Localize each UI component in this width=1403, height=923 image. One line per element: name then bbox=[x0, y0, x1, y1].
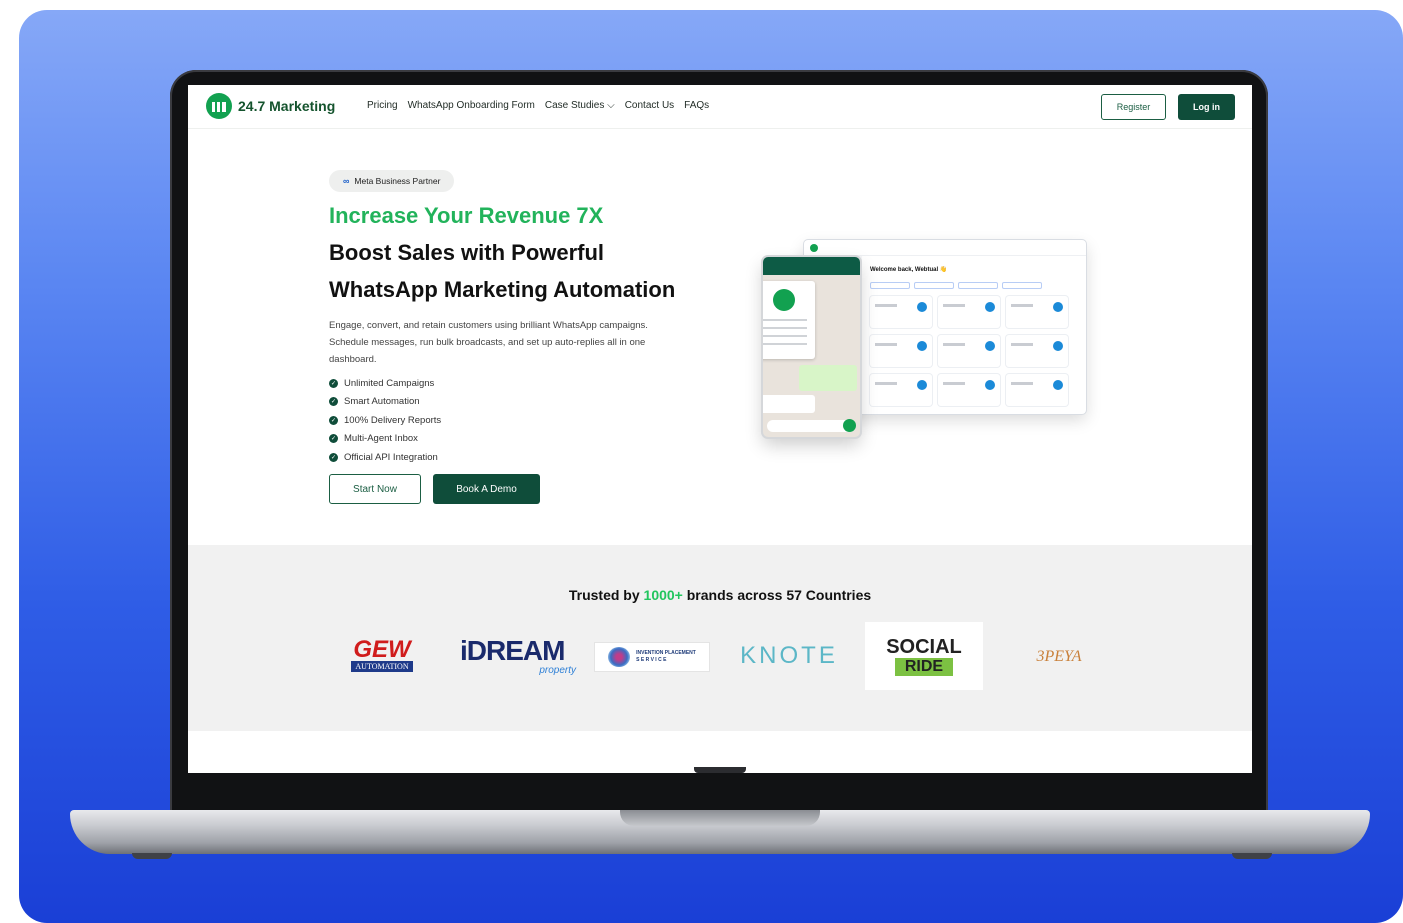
gew-automation-logo: GEW AUTOMATION bbox=[344, 636, 420, 674]
tree-icon bbox=[608, 647, 631, 667]
meta-partner-badge: ∞ Meta Business Partner bbox=[329, 170, 455, 192]
stat-card bbox=[870, 296, 932, 328]
feature-label: Multi-Agent Inbox bbox=[344, 433, 418, 445]
logo-text: SOCIAL bbox=[886, 636, 962, 658]
laptop-foot bbox=[1232, 853, 1272, 859]
check-circle-icon: ✓ bbox=[329, 415, 338, 425]
trusted-accent: 1000+ bbox=[643, 587, 683, 603]
nav-link-pricing[interactable]: Pricing bbox=[367, 100, 398, 111]
feature-label: 100% Delivery Reports bbox=[344, 414, 442, 426]
logo-text: INVENTION PLACEMENT bbox=[636, 650, 696, 656]
badge-label: Meta Business Partner bbox=[354, 176, 441, 186]
check-circle-icon: ✓ bbox=[329, 378, 338, 388]
idream-property-logo: iDREAM property bbox=[460, 634, 576, 678]
nav-link-case-studies[interactable]: Case Studies ⌵ bbox=[545, 100, 615, 111]
feature-item: ✓ Official API Integration bbox=[329, 448, 441, 467]
logo-text: iDREAM bbox=[460, 634, 565, 666]
chat-text-line bbox=[763, 335, 807, 337]
trusted-heading: Trusted by 1000+ brands across 57 Countr… bbox=[188, 587, 1252, 603]
chat-message-bubble bbox=[763, 395, 815, 413]
start-now-button[interactable]: Start Now bbox=[329, 474, 421, 504]
headline-line-2: Boost Sales with Powerful bbox=[329, 240, 605, 265]
laptop-screen: 24.7 Marketing Pricing WhatsApp Onboardi… bbox=[188, 85, 1252, 773]
dashboard-topbar bbox=[804, 240, 1086, 256]
laptop-notch bbox=[694, 767, 746, 773]
logo-text: S E R V I C E bbox=[636, 657, 667, 663]
laptop-base-groove bbox=[620, 810, 820, 826]
stat-card bbox=[938, 296, 1000, 328]
top-navigation: 24.7 Marketing Pricing WhatsApp Onboardi… bbox=[188, 85, 1252, 129]
laptop-foot bbox=[132, 853, 172, 859]
nav-link-faqs[interactable]: FAQs bbox=[684, 100, 709, 111]
knote-logo: KNOTE bbox=[740, 642, 838, 669]
chat-message-card bbox=[763, 281, 815, 359]
phone-chat-mockup bbox=[763, 257, 860, 437]
social-ride-logo: SOCIAL RIDE bbox=[865, 622, 983, 690]
feature-label: Unlimited Campaigns bbox=[344, 377, 435, 389]
stat-card bbox=[938, 374, 1000, 406]
chat-text-line bbox=[763, 327, 807, 329]
phone-header bbox=[763, 257, 860, 275]
quick-action-chip bbox=[870, 282, 910, 289]
nav-link-onboarding-form[interactable]: WhatsApp Onboarding Form bbox=[408, 100, 535, 111]
quick-action-chip bbox=[958, 282, 998, 289]
headline-accent: Increase Your Revenue 7X bbox=[329, 203, 604, 228]
3peya-logo: 3PEYA bbox=[1036, 648, 1082, 665]
trusted-suffix: brands across 57 Countries bbox=[682, 587, 872, 603]
register-button[interactable]: Register bbox=[1101, 94, 1166, 120]
hero-description: Engage, convert, and retain customers us… bbox=[329, 320, 648, 365]
check-circle-icon: ✓ bbox=[329, 397, 338, 407]
headline-line-3: WhatsApp Marketing Automation bbox=[329, 277, 676, 302]
feature-list: ✓ Unlimited Campaigns ✓ Smart Automation ✓… bbox=[329, 374, 441, 467]
feature-item: ✓ 100% Delivery Reports bbox=[329, 411, 441, 430]
dashboard-quick-actions bbox=[870, 282, 1042, 289]
chat-reply-bubble bbox=[799, 365, 857, 391]
dashboard-stat-grid bbox=[870, 296, 1068, 406]
stat-card bbox=[938, 335, 1000, 367]
logo-text: RIDE bbox=[894, 658, 954, 676]
chat-text-line bbox=[763, 319, 807, 321]
chat-text-line bbox=[763, 343, 807, 345]
logo-chart-icon bbox=[206, 93, 232, 119]
brand-name: 24.7 Marketing bbox=[238, 98, 336, 114]
logo-text: property bbox=[539, 664, 576, 676]
check-circle-icon: ✓ bbox=[329, 452, 338, 462]
chat-logo-icon bbox=[773, 289, 795, 311]
stat-card bbox=[870, 374, 932, 406]
quick-action-chip bbox=[1002, 282, 1042, 289]
feature-item: ✓ Unlimited Campaigns bbox=[329, 374, 441, 393]
login-button[interactable]: Log in bbox=[1178, 94, 1235, 120]
meta-infinity-icon: ∞ bbox=[343, 176, 350, 186]
nav-link-contact[interactable]: Contact Us bbox=[625, 100, 674, 111]
stat-card bbox=[1006, 296, 1068, 328]
invention-placement-logo: INVENTION PLACEMENT S E R V I C E bbox=[594, 642, 710, 672]
dashboard-logo-icon bbox=[810, 243, 818, 252]
brand-logos: GEW AUTOMATION iDREAM property INVENTION… bbox=[338, 620, 1108, 692]
brand-logo[interactable]: 24.7 Marketing bbox=[206, 93, 335, 119]
feature-label: Smart Automation bbox=[344, 396, 420, 408]
check-circle-icon: ✓ bbox=[329, 434, 338, 444]
feature-item: ✓ Smart Automation bbox=[329, 393, 441, 412]
nav-links: Pricing WhatsApp Onboarding Form Case St… bbox=[367, 100, 709, 111]
stat-card bbox=[1006, 374, 1068, 406]
book-demo-button[interactable]: Book A Demo bbox=[433, 474, 540, 504]
feature-item: ✓ Multi-Agent Inbox bbox=[329, 430, 441, 449]
logo-text: AUTOMATION bbox=[351, 660, 413, 672]
stat-card bbox=[1006, 335, 1068, 367]
stat-card bbox=[870, 335, 932, 367]
send-icon bbox=[843, 419, 856, 432]
trusted-prefix: Trusted by bbox=[568, 587, 644, 603]
feature-label: Official API Integration bbox=[344, 451, 438, 463]
chat-input bbox=[767, 420, 855, 432]
quick-action-chip bbox=[914, 282, 954, 289]
dashboard-welcome: Welcome back, Webtual 👋 bbox=[870, 267, 948, 273]
logo-text: GEW bbox=[353, 635, 411, 663]
